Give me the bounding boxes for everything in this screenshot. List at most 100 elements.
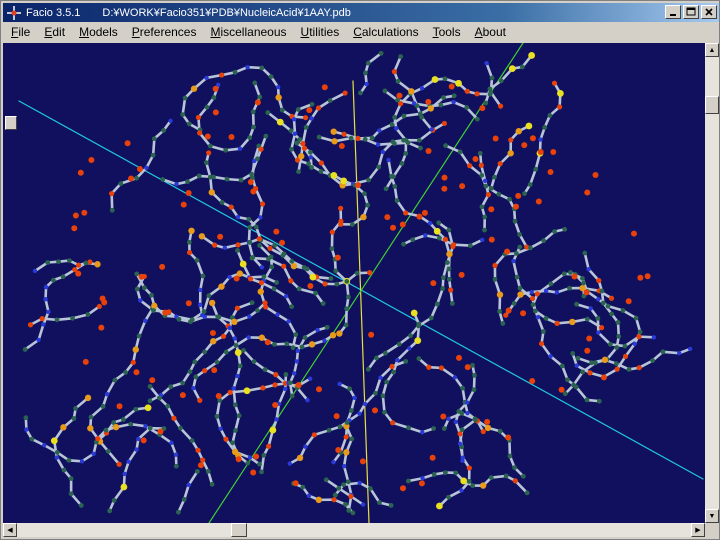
phosphorus-atom bbox=[132, 346, 139, 353]
oxygen-atom bbox=[512, 478, 518, 484]
phosphorus-atom bbox=[198, 233, 206, 240]
carbon-atom bbox=[68, 491, 74, 497]
carbon-atom bbox=[247, 239, 253, 245]
carbon-atom bbox=[472, 372, 477, 378]
nitrogen-atom bbox=[36, 337, 41, 343]
carbon-atom bbox=[293, 332, 299, 337]
close-icon bbox=[705, 8, 713, 16]
horizontal-scroll-thumb[interactable] bbox=[231, 523, 247, 537]
carbon-atom bbox=[416, 356, 422, 361]
carbon-atom bbox=[394, 198, 400, 203]
carbon-atom bbox=[392, 114, 397, 120]
bond bbox=[290, 132, 297, 151]
water-oxygen-atom bbox=[212, 109, 219, 116]
sulfur-atom bbox=[330, 172, 338, 179]
bond bbox=[232, 387, 237, 407]
oxygen-atom bbox=[318, 160, 324, 166]
nitrogen-atom bbox=[420, 430, 425, 435]
scroll-up-button[interactable]: ▲ bbox=[705, 43, 719, 57]
carbon-atom bbox=[565, 377, 570, 383]
title-bar[interactable]: Facio 3.5.1 D:¥WORK¥Facio351¥PDB¥Nucleic… bbox=[3, 3, 719, 22]
water-oxygen-atom bbox=[504, 248, 511, 255]
carbon-atom bbox=[378, 50, 384, 56]
bond-layer bbox=[23, 52, 692, 515]
oxygen-atom bbox=[464, 88, 470, 94]
carbon-atom bbox=[181, 497, 187, 502]
carbon-atom bbox=[401, 241, 406, 247]
menu-tools[interactable]: Tools bbox=[425, 25, 467, 39]
molecule-canvas[interactable] bbox=[3, 43, 705, 523]
carbon-atom bbox=[343, 501, 348, 507]
oxygen-atom bbox=[480, 428, 486, 435]
carbon-atom bbox=[609, 311, 615, 317]
sulfur-atom bbox=[455, 79, 462, 87]
carbon-atom bbox=[512, 465, 518, 471]
bond bbox=[528, 167, 538, 186]
nitrogen-atom bbox=[245, 64, 250, 70]
close-button[interactable] bbox=[701, 5, 717, 19]
minimize-button[interactable] bbox=[665, 5, 681, 19]
nitrogen-atom bbox=[315, 327, 320, 333]
nitrogen-atom bbox=[395, 357, 400, 363]
carbon-atom bbox=[147, 425, 153, 431]
carbon-atom bbox=[186, 239, 192, 245]
app-name: Facio 3.5.1 bbox=[26, 6, 81, 19]
carbon-atom bbox=[45, 260, 51, 265]
sulfur-atom bbox=[234, 349, 242, 356]
menu-about[interactable]: About bbox=[467, 25, 512, 39]
oxygen-atom bbox=[211, 242, 218, 248]
carbon-atom bbox=[470, 362, 475, 368]
carbon-atom bbox=[290, 345, 296, 351]
nitrogen-atom bbox=[232, 336, 237, 341]
phosphorus-atom bbox=[343, 449, 350, 456]
nitrogen-atom bbox=[423, 233, 428, 238]
carbon-atom bbox=[541, 238, 547, 244]
carbon-atom bbox=[160, 177, 166, 182]
horizontal-scrollbar[interactable]: ◀ ▶ bbox=[3, 523, 705, 537]
oxygen-atom bbox=[315, 105, 322, 111]
water-oxygen-atom bbox=[396, 92, 403, 99]
menu-utilities[interactable]: Utilities bbox=[293, 25, 346, 39]
carbon-atom bbox=[161, 128, 167, 133]
carbon-atom bbox=[562, 391, 568, 397]
water-oxygen-atom bbox=[217, 233, 224, 240]
menu-file[interactable]: File bbox=[3, 25, 36, 39]
vertical-scrollbar[interactable]: ▲ ▼ bbox=[705, 43, 719, 523]
phosphorus-atom bbox=[446, 250, 453, 258]
bond bbox=[583, 251, 590, 271]
nitrogen-atom bbox=[202, 314, 207, 319]
scroll-down-button[interactable]: ▼ bbox=[705, 509, 719, 523]
scroll-right-button[interactable]: ▶ bbox=[691, 523, 705, 537]
water-oxygen-atom bbox=[128, 175, 135, 182]
carbon-atom bbox=[492, 276, 498, 282]
carbon-atom bbox=[269, 264, 275, 270]
carbon-atom bbox=[568, 270, 573, 275]
bond bbox=[260, 454, 266, 474]
molecule-viewport[interactable] bbox=[3, 43, 705, 523]
menu-calculations[interactable]: Calculations bbox=[345, 25, 424, 39]
sulfur-atom bbox=[410, 309, 418, 317]
vertical-scroll-thumb[interactable] bbox=[705, 96, 719, 114]
bond bbox=[342, 481, 361, 487]
menu-preferences[interactable]: Preferences bbox=[124, 25, 203, 39]
carbon-atom bbox=[203, 160, 209, 166]
menu-models[interactable]: Models bbox=[71, 25, 124, 39]
carbon-atom bbox=[520, 473, 526, 479]
scroll-left-button[interactable]: ◀ bbox=[3, 523, 17, 537]
menu-edit[interactable]: Edit bbox=[36, 25, 71, 39]
maximize-button[interactable] bbox=[683, 5, 699, 19]
menu-miscellaneous[interactable]: Miscellaneous bbox=[202, 25, 292, 39]
water-oxygen-atom bbox=[418, 480, 425, 487]
phosphorus-atom bbox=[496, 291, 504, 298]
water-oxygen-atom bbox=[179, 392, 186, 399]
water-oxygen-atom bbox=[72, 212, 79, 219]
carbon-atom bbox=[296, 286, 302, 292]
carbon-atom bbox=[29, 436, 35, 442]
carbon-atom bbox=[470, 483, 476, 489]
carbon-atom bbox=[348, 135, 354, 141]
carbon-atom bbox=[410, 237, 416, 243]
nitrogen-atom bbox=[380, 149, 386, 155]
carbon-atom bbox=[237, 363, 243, 369]
water-oxygen-atom bbox=[124, 140, 131, 147]
water-oxygen-atom bbox=[228, 134, 235, 141]
